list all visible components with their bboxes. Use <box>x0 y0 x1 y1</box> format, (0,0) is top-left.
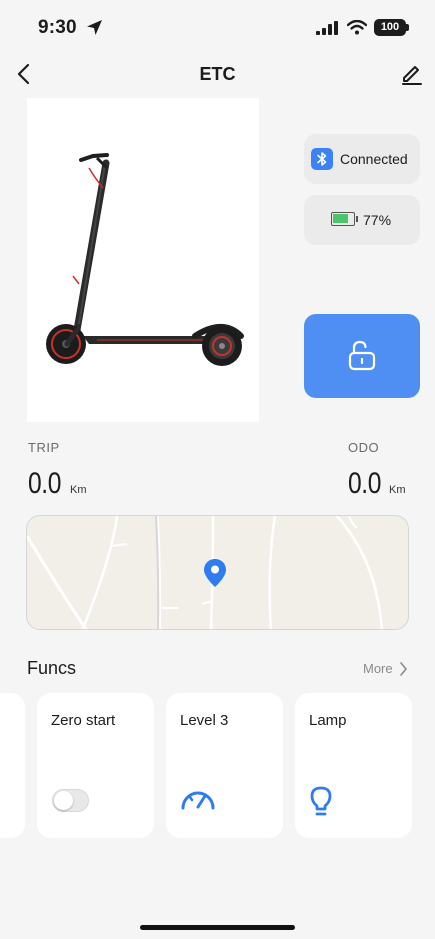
status-battery: 100 <box>374 19 406 36</box>
unlock-padlock-icon <box>348 340 376 371</box>
more-link[interactable]: More <box>363 661 393 676</box>
lightbulb-icon <box>310 786 332 816</box>
odo-value: 0.0 <box>348 467 381 500</box>
cellular-signal-icon <box>316 21 338 35</box>
trip-label: TRIP <box>28 440 60 455</box>
func-card-zero-start[interactable]: Zero start <box>37 693 154 838</box>
connection-status-label: Connected <box>340 151 408 167</box>
wifi-icon <box>347 20 367 35</box>
battery-tile: 77% <box>304 195 420 245</box>
unlock-button[interactable] <box>304 314 420 398</box>
status-time: 9:30 <box>38 17 77 38</box>
location-arrow-icon <box>87 20 102 35</box>
status-bar: 9:30 100 <box>0 0 435 58</box>
edit-pencil-icon[interactable] <box>399 60 425 86</box>
func-label-zero-start: Zero start <box>51 712 116 729</box>
home-indicator[interactable] <box>140 925 295 930</box>
odo-unit: Km <box>389 484 406 496</box>
func-label-level: Level 3 <box>180 712 229 729</box>
back-chevron-icon[interactable] <box>12 60 36 88</box>
battery-fill <box>333 214 348 223</box>
chevron-right-icon[interactable] <box>399 661 409 677</box>
func-card-level[interactable]: Level 3 <box>166 693 283 838</box>
funcs-section-title: Funcs <box>27 658 77 678</box>
scooter-dashboard-screen: 9:30 100 ETC Connected 77% TRIP 0.0 Km O… <box>0 0 435 939</box>
speedometer-icon <box>181 791 215 810</box>
battery-icon <box>331 212 355 226</box>
func-card-lamp[interactable]: Lamp <box>295 693 412 838</box>
page-title: ETC <box>199 64 236 84</box>
odo-label: ODO <box>348 440 380 455</box>
func-label-lamp: Lamp <box>309 712 347 729</box>
location-map[interactable] <box>26 515 409 630</box>
bluetooth-icon <box>311 148 333 170</box>
scooter-illustration <box>46 153 244 366</box>
toggle-knob <box>54 791 73 810</box>
trip-unit: Km <box>70 484 87 496</box>
map-pin-icon <box>204 559 226 587</box>
battery-icon-cap <box>356 216 358 222</box>
status-battery-cap <box>406 24 409 31</box>
trip-value: 0.0 <box>28 467 61 500</box>
zero-start-toggle[interactable] <box>52 789 89 812</box>
scooter-image <box>27 98 259 422</box>
connection-status-tile[interactable]: Connected <box>304 134 420 184</box>
func-card-partial[interactable] <box>0 693 25 838</box>
battery-percent-label: 77% <box>363 212 392 228</box>
